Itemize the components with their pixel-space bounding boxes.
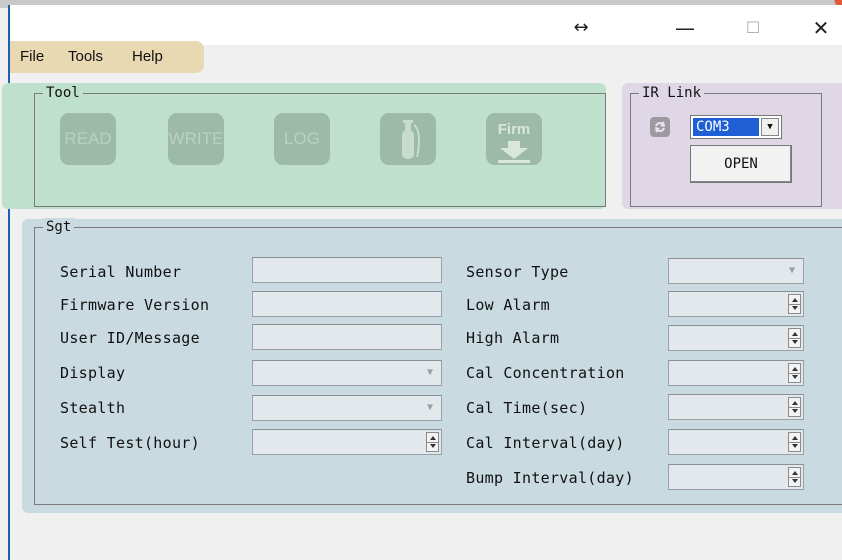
title-bar: ↔ — ☐ ✕ xyxy=(10,5,842,45)
user-id-message-label: User ID/Message xyxy=(60,329,200,347)
low-alarm-spinner[interactable] xyxy=(668,291,804,317)
minimize-button[interactable]: — xyxy=(670,15,700,41)
ir-link-legend: IR Link xyxy=(639,84,705,102)
sgt-legend: Sgt xyxy=(43,218,75,236)
spinner-icon[interactable] xyxy=(788,432,801,452)
high-alarm-label: High Alarm xyxy=(466,329,560,347)
serial-number-field[interactable] xyxy=(252,257,442,283)
cal-concentration-spinner[interactable] xyxy=(668,360,804,386)
spinner-icon[interactable] xyxy=(788,397,801,417)
chevron-down-icon: ▼ xyxy=(426,367,434,378)
user-id-message-field[interactable] xyxy=(252,324,442,350)
menu-tools[interactable]: Tools xyxy=(68,48,103,65)
spinner-icon[interactable] xyxy=(788,328,801,348)
com-port-select[interactable]: COM3 ▼ xyxy=(690,115,782,139)
close-button[interactable]: ✕ xyxy=(806,15,836,41)
serial-number-label: Serial Number xyxy=(60,263,182,281)
stealth-dropdown[interactable]: ▼ xyxy=(252,395,442,421)
tool-group-legend: Tool xyxy=(43,84,83,102)
cal-time-spinner[interactable] xyxy=(668,394,804,420)
self-test-label: Self Test(hour) xyxy=(60,434,200,452)
gas-cylinder-icon xyxy=(402,120,420,159)
refresh-glyph xyxy=(655,121,665,133)
low-alarm-label: Low Alarm xyxy=(466,296,550,314)
high-alarm-spinner[interactable] xyxy=(668,325,804,351)
cal-time-label: Cal Time(sec) xyxy=(466,399,588,417)
gas-cylinder-button[interactable] xyxy=(380,113,436,165)
display-label: Display xyxy=(60,364,126,382)
stealth-label: Stealth xyxy=(60,399,126,417)
com-port-value: COM3 xyxy=(693,118,759,136)
display-dropdown[interactable]: ▼ xyxy=(252,360,442,386)
spinner-icon[interactable] xyxy=(788,363,801,383)
spinner-icon[interactable] xyxy=(788,467,801,487)
chevron-down-icon: ▼ xyxy=(788,265,796,276)
resize-icon[interactable]: ↔ xyxy=(566,15,596,41)
firmware-button[interactable]: Firm xyxy=(486,113,542,165)
download-arrow-icon xyxy=(498,141,530,163)
menu-bar: File Tools Help xyxy=(10,41,204,73)
firmware-version-field[interactable] xyxy=(252,291,442,317)
write-button[interactable]: WRITE xyxy=(168,113,224,165)
open-button[interactable]: OPEN xyxy=(690,145,792,183)
menu-file[interactable]: File xyxy=(20,48,44,65)
self-test-spinner[interactable] xyxy=(252,429,442,455)
app-window: ↔ — ☐ ✕ File Tools Help Tool READ WRITE … xyxy=(2,5,842,560)
chevron-down-icon[interactable]: ▼ xyxy=(761,118,779,136)
spinner-icon[interactable] xyxy=(788,294,801,314)
cal-interval-label: Cal Interval(day) xyxy=(466,434,625,452)
sensor-type-dropdown[interactable]: ▼ xyxy=(668,258,804,284)
firmware-version-label: Firmware Version xyxy=(60,296,210,314)
refresh-icon[interactable] xyxy=(650,117,670,137)
chevron-down-icon: ▼ xyxy=(426,402,434,413)
maximize-button[interactable]: ☐ xyxy=(738,15,768,41)
bump-interval-spinner[interactable] xyxy=(668,464,804,490)
log-button[interactable]: LOG xyxy=(274,113,330,165)
cal-interval-spinner[interactable] xyxy=(668,429,804,455)
bump-interval-label: Bump Interval(day) xyxy=(466,469,634,487)
read-button[interactable]: READ xyxy=(60,113,116,165)
cal-concentration-label: Cal Concentration xyxy=(466,364,625,382)
spinner-icon[interactable] xyxy=(426,432,439,452)
sensor-type-label: Sensor Type xyxy=(466,263,569,281)
menu-help[interactable]: Help xyxy=(132,48,163,65)
